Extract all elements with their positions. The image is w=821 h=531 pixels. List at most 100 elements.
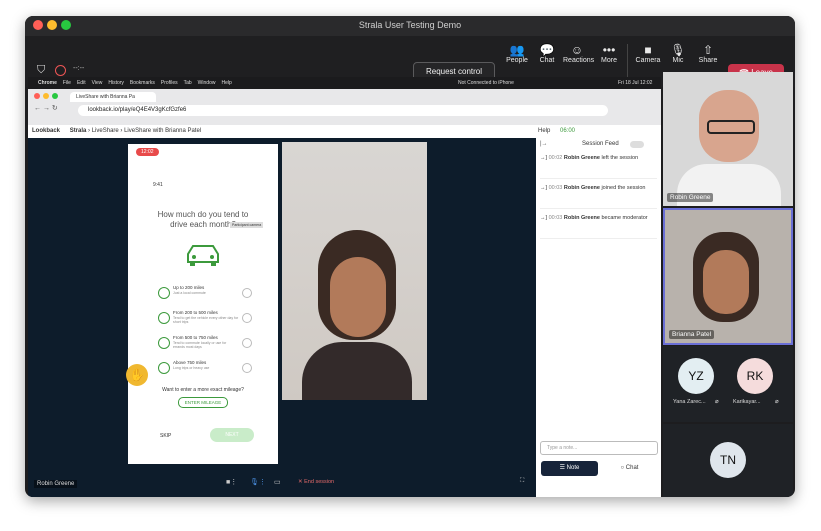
option-desc: Tend to commute locally or use for erran…: [173, 341, 227, 349]
feed-time: 00:02: [548, 155, 563, 161]
share-button[interactable]: ⇧ Share: [694, 43, 722, 64]
option-icon: [158, 337, 170, 349]
exact-prompt: Want to enter a more exact mileage?: [162, 387, 244, 393]
help-link[interactable]: Help: [538, 125, 550, 138]
feed-arrow-icon: →]: [540, 155, 549, 161]
session-content: 12:02 9:41 How much do you tend to drive…: [28, 138, 536, 497]
status-time: 9:41: [153, 182, 163, 188]
fullscreen-icon[interactable]: ⛶: [520, 478, 524, 485]
collapse-icon[interactable]: |→: [540, 141, 548, 147]
option-icon: [158, 287, 170, 299]
chat-tab-button[interactable]: ○ Chat: [602, 461, 657, 476]
mic-off-icon: ⌀: [715, 399, 719, 405]
chat-icon: 💬: [539, 43, 555, 57]
note-input[interactable]: Type a note...: [540, 441, 658, 455]
camera-control-icon[interactable]: ■⋮: [226, 478, 237, 486]
mac-menu: Chrome File Edit View History Bookmarks Profil…: [38, 80, 238, 86]
people-button[interactable]: 👥 People: [503, 43, 531, 64]
feed-item: →] 00:03 Robin Greene became moderator: [540, 214, 657, 239]
mac-menu-item[interactable]: History: [108, 80, 124, 86]
next-button[interactable]: NEXT: [210, 428, 254, 442]
reactions-icon: ☺: [570, 43, 584, 57]
feed-arrow-icon: →]: [540, 185, 549, 191]
shield-icon[interactable]: ⛉: [37, 64, 45, 77]
note-button[interactable]: ☰ Note: [541, 461, 598, 476]
chat-button[interactable]: 💬 Chat: [533, 43, 561, 64]
nav-arrows-icon[interactable]: ← → ↻: [34, 104, 58, 112]
mac-menu-item[interactable]: Edit: [77, 80, 86, 86]
session-feed-title: Session Feed: [582, 141, 619, 147]
option-desc: Just a local commute: [173, 291, 206, 295]
tile-tn: TN: [663, 424, 793, 497]
tile-robin: Robin Greene: [663, 72, 793, 206]
feed-item: →] 00:02 Robin Greene left the session: [540, 154, 657, 179]
window-title: Strala User Testing Demo: [358, 20, 462, 30]
share-icon: ⇧: [702, 43, 714, 57]
phone-screen: 12:02 9:41 How much do you tend to drive…: [126, 144, 278, 464]
meeting-timer: --:--: [73, 65, 85, 72]
mac-menu-item[interactable]: Profiles: [161, 80, 178, 86]
breadcrumb-strala[interactable]: Strala: [70, 128, 87, 134]
option-desc: Long trips or heavy use: [173, 366, 210, 370]
title-bar: Strala User Testing Demo: [25, 16, 795, 36]
mic-off-icon: 🎙: [670, 43, 686, 57]
session-feed-panel: |→ Session Feed →] 00:02 Robin Greene le…: [536, 138, 661, 497]
radio-icon[interactable]: [242, 288, 252, 298]
breadcrumb-session[interactable]: LiveShare with Brianna Patel: [124, 128, 201, 134]
record-icon[interactable]: [55, 65, 66, 76]
mileage-option[interactable]: From 500 to 750 miles Tend to commute loc…: [158, 334, 252, 354]
radio-icon[interactable]: [242, 313, 252, 323]
mac-clock: Fri 18 Jul 12:02: [618, 80, 653, 86]
mac-status: Not Connected to iPhone: [458, 80, 514, 86]
participant-name-yz: Yana Zarec...: [673, 399, 706, 405]
feed-name: Robin Greene: [563, 155, 600, 161]
enter-mileage-button[interactable]: ENTER MILEAGE: [178, 397, 228, 408]
mac-menu-item[interactable]: Tab: [184, 80, 192, 86]
mileage-option[interactable]: From 200 to 500 miles Tend to get the veh…: [158, 309, 252, 329]
car-icon: [187, 245, 219, 266]
camera-button[interactable]: ■ Camera: [634, 43, 662, 64]
option-icon: [158, 362, 170, 374]
address-bar[interactable]: lookback.io/play/eQ4E4V3gKcfGzfe6: [78, 105, 608, 116]
radio-icon[interactable]: [242, 338, 252, 348]
people-icon: 👥: [509, 43, 525, 57]
participant-name-robin: Robin Greene: [667, 193, 714, 202]
mic-control-icon[interactable]: 🎙⋮: [250, 478, 266, 486]
tile-others: YZ Yana Zarec... ⌀ RK Karikayar... ⌀: [663, 346, 793, 422]
more-button[interactable]: ••• More: [595, 43, 623, 64]
browser-chrome: LiveShare with Brianna Pa ← → ↻ lookback…: [28, 89, 661, 125]
mac-menu-item[interactable]: Chrome: [38, 80, 57, 86]
screen-icon[interactable]: ▭: [274, 478, 281, 486]
lookback-logo: Lookback: [32, 128, 61, 134]
option-title: From 500 to 750 miles: [173, 335, 218, 340]
option-desc: Tend to get the vehicle every other day …: [173, 316, 239, 324]
feed-toggle[interactable]: [630, 141, 644, 148]
app-window: Strala User Testing Demo ⛉ --:-- Request…: [25, 16, 795, 497]
mileage-option[interactable]: Above 750 miles Long trips or heavy use: [158, 359, 252, 379]
reactions-button[interactable]: ☺ Reactions: [563, 43, 594, 64]
avatar-tn: TN: [710, 442, 746, 478]
mac-menu-item[interactable]: Help: [221, 80, 231, 86]
breadcrumb-liveshare[interactable]: LiveShare: [92, 128, 119, 134]
participant-name-brianna: Brianna Patel: [669, 330, 715, 339]
more-icon: •••: [602, 43, 616, 57]
hand-icon[interactable]: ✋: [126, 364, 148, 386]
presenter-label: Robin Greene: [34, 480, 78, 488]
feed-arrow-icon: →]: [540, 215, 549, 221]
feed-item: →] 00:03 Robin Greene joined the session: [540, 184, 657, 209]
mac-menu-item[interactable]: Window: [198, 80, 216, 86]
participant-name-rk: Karikayar...: [733, 399, 761, 405]
mac-menu-item[interactable]: Bookmarks: [130, 80, 155, 86]
radio-icon[interactable]: [242, 363, 252, 373]
record-time-badge: 12:02: [136, 148, 159, 156]
mac-menu-item[interactable]: View: [92, 80, 103, 86]
mic-button[interactable]: 🎙 Mic: [664, 43, 692, 64]
mac-menubar: Chrome File Edit View History Bookmarks Profil…: [28, 77, 661, 89]
mac-menu-item[interactable]: File: [63, 80, 71, 86]
option-title: Up to 200 miles: [173, 285, 205, 290]
skip-button[interactable]: SKIP: [160, 433, 171, 439]
end-session-button[interactable]: ✕ End session: [298, 479, 334, 485]
browser-tab[interactable]: LiveShare with Brianna Pa: [70, 92, 156, 102]
mileage-option[interactable]: Up to 200 miles Just a local commute: [158, 284, 252, 304]
feed-text: left the session: [601, 155, 639, 161]
